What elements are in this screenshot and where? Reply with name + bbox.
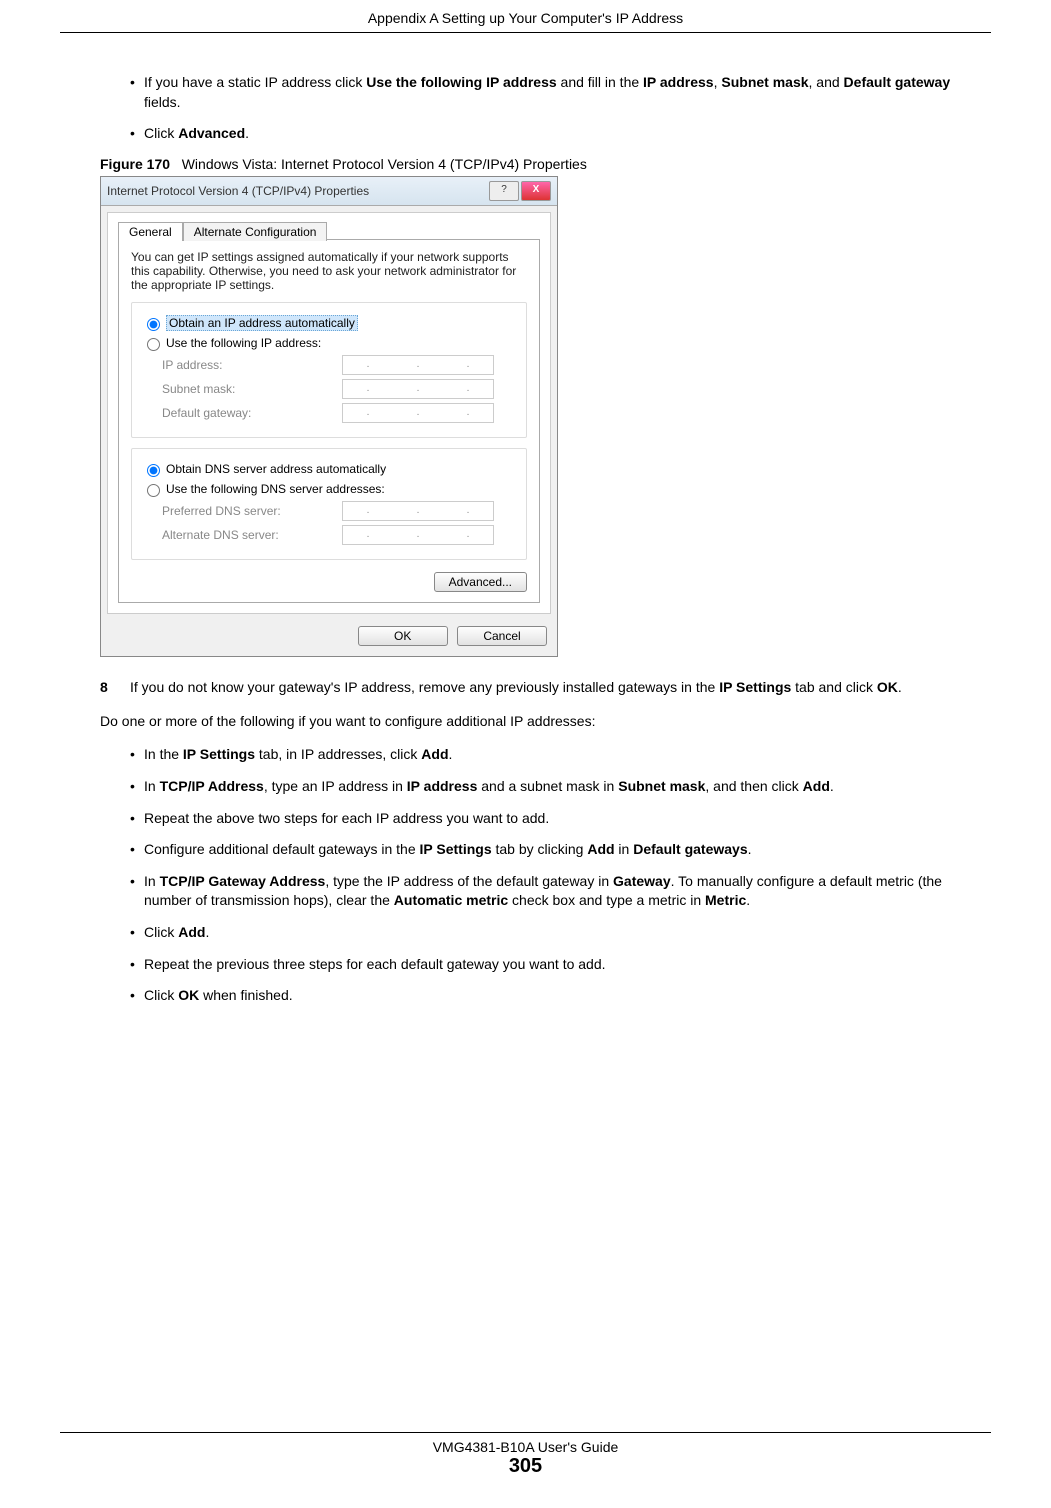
- field-ip-address: IP address: ...: [142, 355, 516, 375]
- advanced-button[interactable]: Advanced...: [434, 572, 527, 592]
- ip-group: Obtain an IP address automatically Use t…: [131, 302, 527, 438]
- field-subnet-mask: Subnet mask: ...: [142, 379, 516, 399]
- tab-panel-general: You can get IP settings assigned automat…: [118, 239, 540, 603]
- step-8: 8 If you do not know your gateway's IP a…: [100, 677, 981, 697]
- radio-label-ip-auto: Obtain an IP address automatically: [166, 315, 358, 331]
- content-area: If you have a static IP address click Us…: [60, 73, 991, 1006]
- step-8-number: 8: [100, 677, 130, 697]
- top-bullet-list: If you have a static IP address click Us…: [100, 73, 981, 144]
- tcpip-dialog: Internet Protocol Version 4 (TCP/IPv4) P…: [100, 176, 558, 657]
- field-preferred-dns: Preferred DNS server: ...: [142, 501, 516, 521]
- dns-group: Obtain DNS server address automatically …: [131, 448, 527, 560]
- radio-input-ip-auto[interactable]: [147, 318, 160, 331]
- radio-use-following-ip[interactable]: Use the following IP address:: [142, 335, 516, 351]
- list-item: In TCP/IP Address, type an IP address in…: [130, 777, 981, 797]
- input-subnet-mask[interactable]: ...: [342, 379, 494, 399]
- list-item: If you have a static IP address click Us…: [130, 73, 981, 112]
- bottom-bullet-list: In the IP Settings tab, in IP addresses,…: [100, 745, 981, 1005]
- page-number: 305: [0, 1455, 1051, 1478]
- input-preferred-dns[interactable]: ...: [342, 501, 494, 521]
- tab-general[interactable]: General: [118, 222, 183, 241]
- list-item: Click Add.: [130, 923, 981, 943]
- cancel-button[interactable]: Cancel: [457, 626, 547, 646]
- list-item: Repeat the above two steps for each IP a…: [130, 809, 981, 829]
- radio-input-dns-auto[interactable]: [147, 464, 160, 477]
- radio-obtain-dns-auto[interactable]: Obtain DNS server address automatically: [142, 461, 516, 477]
- input-ip-address[interactable]: ...: [342, 355, 494, 375]
- dialog-body: General Alternate Configuration You can …: [107, 212, 551, 614]
- field-default-gateway: Default gateway: ...: [142, 403, 516, 423]
- label-ip-address: IP address:: [162, 358, 342, 372]
- radio-input-dns-manual[interactable]: [147, 484, 160, 497]
- ok-button[interactable]: OK: [358, 626, 448, 646]
- page: Appendix A Setting up Your Computer's IP…: [0, 0, 1051, 1508]
- label-alternate-dns: Alternate DNS server:: [162, 528, 342, 542]
- list-item: In TCP/IP Gateway Address, type the IP a…: [130, 872, 981, 911]
- tab-alternate[interactable]: Alternate Configuration: [183, 222, 328, 241]
- list-item: Configure additional default gateways in…: [130, 840, 981, 860]
- list-item: Click OK when finished.: [130, 986, 981, 1006]
- step-8-text: If you do not know your gateway's IP add…: [130, 677, 902, 697]
- list-item: Click Advanced.: [130, 124, 981, 144]
- dialog-footer: OK Cancel: [101, 620, 557, 656]
- figure-title: Windows Vista: Internet Protocol Version…: [182, 156, 587, 172]
- radio-use-following-dns[interactable]: Use the following DNS server addresses:: [142, 481, 516, 497]
- input-alternate-dns[interactable]: ...: [342, 525, 494, 545]
- help-icon[interactable]: ?: [489, 181, 519, 201]
- page-footer: VMG4381-B10A User's Guide 305: [0, 1432, 1051, 1478]
- dialog-titlebar: Internet Protocol Version 4 (TCP/IPv4) P…: [101, 177, 557, 206]
- advanced-row: Advanced...: [131, 572, 527, 592]
- titlebar-buttons: ? X: [487, 181, 551, 201]
- page-header: Appendix A Setting up Your Computer's IP…: [60, 10, 991, 33]
- dialog-title: Internet Protocol Version 4 (TCP/IPv4) P…: [107, 184, 369, 198]
- radio-obtain-ip-auto[interactable]: Obtain an IP address automatically: [142, 315, 516, 331]
- footer-rule: [60, 1432, 991, 1433]
- radio-label-ip-manual: Use the following IP address:: [166, 336, 321, 350]
- list-item: In the IP Settings tab, in IP addresses,…: [130, 745, 981, 765]
- radio-label-dns-manual: Use the following DNS server addresses:: [166, 482, 385, 496]
- label-preferred-dns: Preferred DNS server:: [162, 504, 342, 518]
- radio-input-ip-manual[interactable]: [147, 338, 160, 351]
- list-item: Repeat the previous three steps for each…: [130, 955, 981, 975]
- figure-label: Figure 170: [100, 156, 170, 172]
- close-icon[interactable]: X: [521, 181, 551, 201]
- figure-caption: Figure 170 Windows Vista: Internet Proto…: [100, 156, 981, 172]
- field-alternate-dns: Alternate DNS server: ...: [142, 525, 516, 545]
- dialog-tabs: General Alternate Configuration: [118, 221, 540, 240]
- input-default-gateway[interactable]: ...: [342, 403, 494, 423]
- intertext: Do one or more of the following if you w…: [100, 711, 981, 731]
- label-default-gateway: Default gateway:: [162, 406, 342, 420]
- label-subnet-mask: Subnet mask:: [162, 382, 342, 396]
- dialog-description: You can get IP settings assigned automat…: [131, 250, 527, 292]
- footer-guide: VMG4381-B10A User's Guide: [0, 1439, 1051, 1455]
- radio-label-dns-auto: Obtain DNS server address automatically: [166, 462, 386, 476]
